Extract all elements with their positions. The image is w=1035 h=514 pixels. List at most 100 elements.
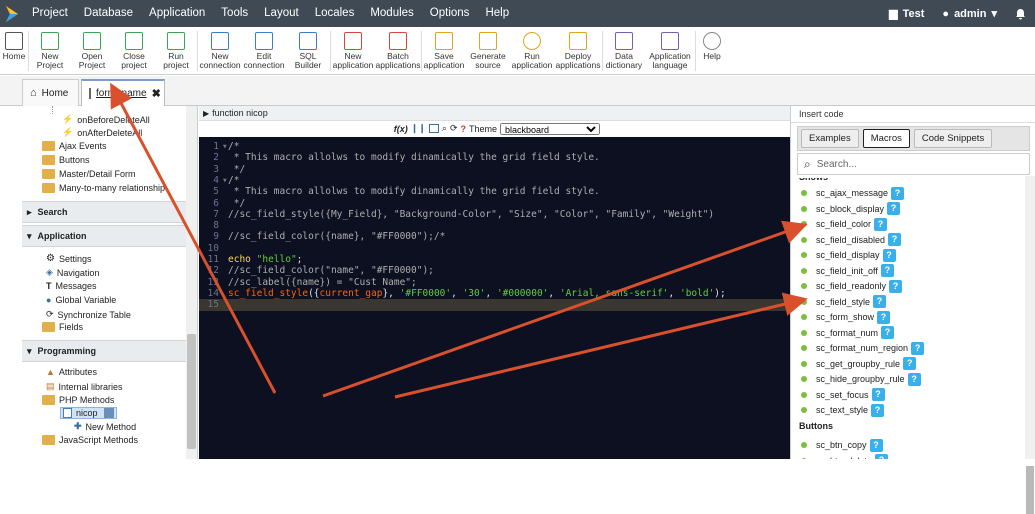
section-programming[interactable]: ▾ Programming — [22, 340, 186, 362]
new-application-button[interactable]: New application — [331, 27, 375, 75]
help-icon[interactable]: ? — [880, 264, 894, 277]
new-connection-button[interactable]: New connection — [198, 27, 242, 75]
tree-item-global-variable[interactable]: ● Global Variable — [46, 295, 116, 305]
batch-applications-button[interactable]: Batch applications — [375, 27, 421, 75]
macro-item[interactable]: sc_btn_delete? — [801, 454, 889, 459]
code-line[interactable]: 3 */ — [199, 164, 790, 176]
help-icon[interactable]: ? — [907, 372, 921, 386]
macro-item[interactable]: sc_form_show? — [801, 310, 891, 324]
tree-item-nicop[interactable]: nicop — [60, 407, 117, 419]
tab-form-name[interactable]: form_name ✖ — [81, 79, 165, 106]
macro-item[interactable]: sc_block_display? — [801, 202, 901, 216]
macro-list-scrollbar-thumb[interactable] — [1026, 466, 1034, 514]
edit-connection-button[interactable]: Edit connection — [242, 27, 286, 75]
project-indicator[interactable]: ▆ Test — [880, 7, 933, 21]
tree-folder-javascript-methods[interactable]: JavaScript Methods — [42, 435, 138, 445]
tree-item-settings[interactable]: ⚙ Settings — [46, 253, 92, 264]
generate-source-button[interactable]: Generate source — [466, 27, 510, 75]
code-line[interactable]: 4 ▾/* — [199, 175, 790, 187]
help-icon[interactable]: ? — [871, 388, 885, 401]
macro-item[interactable]: sc_field_init_off? — [801, 264, 894, 278]
tree-item-messages[interactable]: T Messages — [46, 281, 97, 291]
menu-project[interactable]: Project — [24, 0, 76, 27]
help-icon[interactable]: ? — [875, 454, 889, 459]
macro-item[interactable]: sc_format_num? — [801, 326, 895, 340]
help-icon[interactable]: ? — [911, 341, 925, 355]
macro-search-input[interactable]: ⌕ Search... — [797, 153, 1030, 175]
macro-item[interactable]: sc_field_color? — [801, 217, 888, 231]
macro-list-scrollbar[interactable] — [1025, 176, 1035, 514]
help-icon[interactable]: ? — [873, 295, 887, 308]
tree-item-navigation[interactable]: ◈ Navigation — [46, 267, 99, 278]
theme-select[interactable]: blackboard — [500, 122, 600, 135]
macro-item[interactable]: sc_field_style? — [801, 295, 887, 309]
macro-item[interactable]: sc_format_num_region? — [801, 341, 925, 355]
macro-item[interactable]: sc_set_focus? — [801, 388, 885, 402]
run-project-button[interactable]: Run project — [155, 27, 197, 75]
menu-database[interactable]: Database — [76, 0, 141, 27]
help-icon[interactable]: ? — [882, 248, 896, 262]
macro-item[interactable]: sc_field_display? — [801, 248, 896, 262]
code-line[interactable]: 14 sc_field_style({current_gap}, '#FF000… — [199, 288, 790, 300]
tree-folder-buttons[interactable]: Buttons — [42, 155, 90, 165]
code-line[interactable]: 15 — [199, 299, 790, 312]
sidebar-scrollbar-thumb[interactable] — [187, 334, 196, 449]
menu-layout[interactable]: Layout — [256, 0, 307, 27]
help-icon[interactable]: ? — [869, 438, 883, 452]
menu-application[interactable]: Application — [141, 0, 213, 27]
macro-item[interactable]: sc_ajax_message? — [801, 186, 905, 200]
scriptcase-logo-icon[interactable] — [0, 0, 24, 27]
tree-item-event[interactable]: ⚡ onBeforeDeleteAll — [62, 114, 150, 125]
menu-modules[interactable]: Modules — [362, 0, 421, 27]
function-icon[interactable]: f(x) — [394, 124, 408, 134]
help-icon[interactable]: ? — [887, 202, 901, 215]
code-line[interactable]: 2 * This macro allolws to modify dinamic… — [199, 152, 790, 164]
code-line[interactable]: 6 */ — [199, 198, 790, 210]
menu-tools[interactable]: Tools — [213, 0, 256, 27]
macro-item[interactable]: sc_field_readonly? — [801, 279, 903, 293]
code-line[interactable]: 8 — [199, 220, 790, 232]
code-line[interactable]: 13 //sc_label({name}) = "Cust Name"; — [199, 277, 790, 289]
run-application-button[interactable]: Run application — [510, 27, 554, 75]
macro-item[interactable]: sc_get_groupby_rule? — [801, 357, 917, 371]
tree-item-synchronize-table[interactable]: ⟳ Synchronize Table — [46, 309, 131, 320]
macro-item[interactable]: sc_hide_groupby_rule? — [801, 372, 921, 386]
code-line[interactable]: 5 * This macro allolws to modify dinamic… — [199, 186, 790, 198]
help-icon[interactable]: ? — [903, 357, 917, 370]
macro-item[interactable]: sc_text_style? — [801, 403, 885, 417]
tree-folder-fields[interactable]: Fields — [42, 322, 83, 332]
sidebar-scrollbar[interactable] — [186, 106, 197, 459]
tree-folder-many-to-many[interactable]: Many-to-many relationship — [42, 183, 165, 193]
close-icon[interactable]: ✖ — [152, 87, 161, 100]
tab-code-snippets[interactable]: Code Snippets — [913, 129, 993, 148]
help-icon[interactable]: ? — [889, 279, 903, 293]
code-line[interactable]: 7 //sc_field_style({My_Field}, "Backgrou… — [199, 209, 790, 221]
macro-item[interactable]: sc_btn_copy? — [801, 438, 883, 452]
help-icon[interactable]: ? — [891, 186, 905, 200]
help-icon[interactable]: ? — [881, 326, 895, 339]
help-icon[interactable]: ? — [877, 310, 891, 324]
tree-item-attributes[interactable]: ▲ Attributes — [46, 367, 97, 377]
home-button[interactable]: Home — [0, 27, 28, 75]
tree-folder-master-detail[interactable]: Master/Detail Form — [42, 169, 136, 179]
tab-home[interactable]: ⌂ Home — [22, 79, 79, 106]
section-application[interactable]: ▾ Application — [22, 225, 186, 247]
user-menu[interactable]: ● admin ▾ — [933, 7, 1006, 21]
help-icon[interactable]: ? — [460, 124, 466, 134]
search-icon[interactable]: ⌕ — [442, 123, 447, 134]
tree-folder-ajax-events[interactable]: Ajax Events — [42, 141, 107, 151]
save-button[interactable]: Save application — [422, 27, 466, 75]
code-area[interactable]: 1 ▾/* 2 * This macro allolws to modify din… — [199, 137, 790, 459]
tree-item-internal-libraries[interactable]: ▤ Internal libraries — [46, 381, 123, 392]
notifications-button[interactable] — [1006, 8, 1035, 20]
help-button[interactable]: Help — [696, 27, 728, 75]
tab-macros[interactable]: Macros — [862, 129, 910, 148]
language-button[interactable]: Application language — [645, 27, 695, 75]
help-icon[interactable]: ? — [874, 217, 888, 231]
section-search[interactable]: ▸ Search — [22, 201, 186, 223]
tree-item-new-method[interactable]: ✚ New Method — [74, 421, 136, 432]
close-project-button[interactable]: Close project — [113, 27, 155, 75]
tree-folder-php-methods[interactable]: PHP Methods — [42, 395, 114, 405]
menu-help[interactable]: Help — [477, 0, 517, 27]
code-line[interactable]: 9 //sc_field_color({name}, "#FF0000");/* — [199, 231, 790, 243]
